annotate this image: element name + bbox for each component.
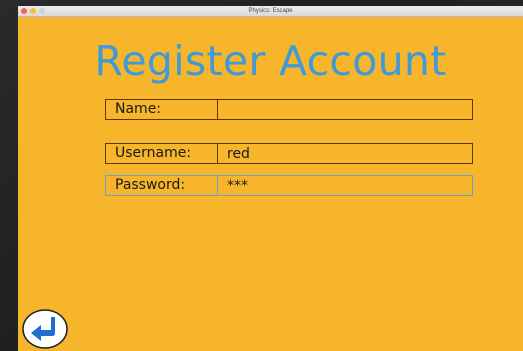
- page-title: Register Account: [94, 37, 447, 85]
- app-window: Physics: Escape Register Account Name: U…: [18, 6, 523, 351]
- password-input[interactable]: [218, 176, 472, 195]
- window-title: Physics: Escape: [248, 8, 293, 14]
- username-input[interactable]: [218, 144, 472, 163]
- name-input[interactable]: [218, 100, 472, 119]
- password-row: Password:: [105, 175, 473, 196]
- username-label: Username:: [106, 144, 218, 163]
- username-row: Username:: [105, 143, 473, 164]
- back-button[interactable]: [21, 309, 69, 349]
- return-arrow-icon: [22, 309, 68, 349]
- name-label: Name:: [106, 100, 218, 119]
- password-label: Password:: [106, 176, 218, 195]
- window-titlebar[interactable]: Physics: Escape: [18, 6, 523, 17]
- name-row: Name:: [105, 99, 473, 120]
- desktop: Physics: Escape Register Account Name: U…: [0, 0, 523, 351]
